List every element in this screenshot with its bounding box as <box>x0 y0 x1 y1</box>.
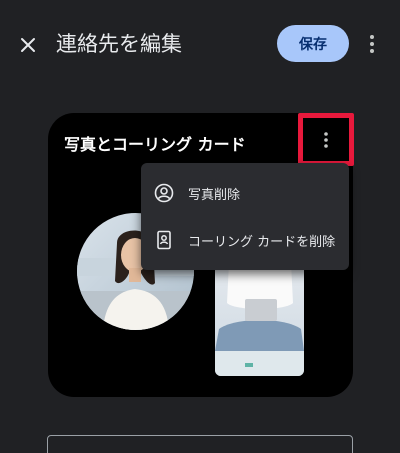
card-title: 写真とコーリング カード <box>64 135 246 154</box>
contact-card-icon <box>154 230 174 250</box>
menu-item-delete-calling-card[interactable]: コーリング カードを削除 <box>141 217 349 263</box>
menu-item-label: 写真削除 <box>188 187 241 203</box>
card-more-button[interactable] <box>298 113 354 166</box>
name-input-field[interactable] <box>47 435 353 453</box>
calling-card-poster[interactable] <box>215 263 304 376</box>
card-options-menu: 写真削除 コーリング カードを削除 <box>141 163 349 270</box>
more-vert-icon <box>370 35 374 53</box>
save-button[interactable]: 保存 <box>277 25 349 62</box>
account-circle-icon <box>154 183 174 203</box>
menu-item-label: コーリング カードを削除 <box>188 234 336 250</box>
overflow-menu-button[interactable] <box>362 31 382 57</box>
app-bar: 連絡先を編集 保存 <box>0 0 400 90</box>
calling-card-image <box>215 263 304 376</box>
close-button[interactable] <box>14 31 42 59</box>
page-title: 連絡先を編集 <box>56 32 182 56</box>
close-icon <box>21 38 35 52</box>
more-vert-icon <box>324 131 328 148</box>
menu-item-delete-photo[interactable]: 写真削除 <box>141 170 349 216</box>
